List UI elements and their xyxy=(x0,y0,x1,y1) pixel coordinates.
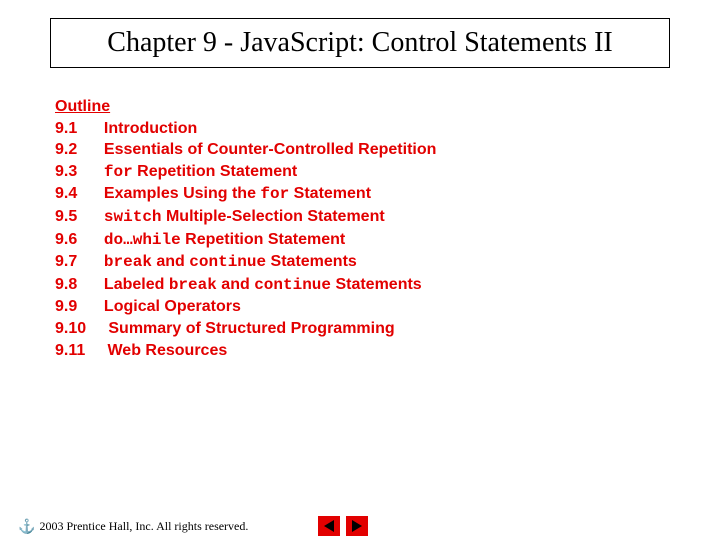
outline-row: 9.7 break and continue Statements xyxy=(55,251,720,274)
outline-number: 9.3 xyxy=(55,163,104,180)
outline-keyword: for xyxy=(260,185,289,203)
outline-text: Introduction xyxy=(104,120,197,137)
next-button[interactable] xyxy=(346,516,368,536)
outline-keyword: do…while xyxy=(104,231,181,249)
outline-number: 9.1 xyxy=(55,120,104,137)
outline-heading: Outline xyxy=(55,96,720,118)
outline-block: Outline 9.1 Introduction9.2 Essentials o… xyxy=(55,96,720,361)
triangle-right-icon xyxy=(352,520,362,532)
outline-text: Logical Operators xyxy=(104,298,241,315)
outline-row: 9.3 for Repetition Statement xyxy=(55,161,720,184)
outline-keyword: break xyxy=(169,276,217,294)
outline-text: Labeled xyxy=(104,276,169,293)
outline-keyword: switch xyxy=(104,208,162,226)
outline-text: Examples Using the xyxy=(104,185,261,202)
outline-text: and xyxy=(217,276,254,293)
outline-row: 9.1 Introduction xyxy=(55,118,720,140)
outline-list: 9.1 Introduction9.2 Essentials of Counte… xyxy=(55,118,720,362)
outline-number: 9.5 xyxy=(55,208,104,225)
outline-keyword: continue xyxy=(189,253,266,271)
outline-text: Statements xyxy=(266,253,357,270)
outline-row: 9.11 Web Resources xyxy=(55,340,720,362)
outline-text: Multiple-Selection Statement xyxy=(162,208,385,225)
outline-number: 9.8 xyxy=(55,276,104,293)
outline-text: Repetition Statement xyxy=(181,231,345,248)
copyright-text: 2003 Prentice Hall, Inc. All rights rese… xyxy=(39,519,248,534)
outline-keyword: break xyxy=(104,253,152,271)
outline-text: Summary of Structured Programming xyxy=(108,320,394,337)
outline-row: 9.9 Logical Operators xyxy=(55,296,720,318)
outline-text: Statement xyxy=(289,185,371,202)
outline-number: 9.2 xyxy=(55,141,104,158)
outline-number: 9.7 xyxy=(55,253,104,270)
outline-text: Repetition Statement xyxy=(133,163,297,180)
outline-row: 9.4 Examples Using the for Statement xyxy=(55,183,720,206)
nav-buttons xyxy=(318,516,368,536)
outline-text: Essentials of Counter-Controlled Repetit… xyxy=(104,141,436,158)
title-box: Chapter 9 - JavaScript: Control Statemen… xyxy=(50,18,670,68)
footer: ⚓ 2003 Prentice Hall, Inc. All rights re… xyxy=(18,516,702,536)
outline-text: Web Resources xyxy=(107,342,227,359)
outline-number: 9.6 xyxy=(55,231,104,248)
outline-row: 9.5 switch Multiple-Selection Statement xyxy=(55,206,720,229)
outline-keyword: for xyxy=(104,163,133,181)
outline-row: 9.6 do…while Repetition Statement xyxy=(55,229,720,252)
page-title: Chapter 9 - JavaScript: Control Statemen… xyxy=(71,27,649,59)
prev-button[interactable] xyxy=(318,516,340,536)
outline-number: 9.4 xyxy=(55,185,104,202)
outline-number: 9.11 xyxy=(55,342,107,359)
outline-row: 9.8 Labeled break and continue Statement… xyxy=(55,274,720,297)
outline-text: Statements xyxy=(331,276,422,293)
outline-number: 9.9 xyxy=(55,298,104,315)
anchor-icon: ⚓ xyxy=(18,518,35,535)
outline-keyword: continue xyxy=(254,276,331,294)
triangle-left-icon xyxy=(324,520,334,532)
outline-row: 9.2 Essentials of Counter-Controlled Rep… xyxy=(55,139,720,161)
outline-number: 9.10 xyxy=(55,320,108,337)
outline-text: and xyxy=(152,253,189,270)
outline-row: 9.10 Summary of Structured Programming xyxy=(55,318,720,340)
